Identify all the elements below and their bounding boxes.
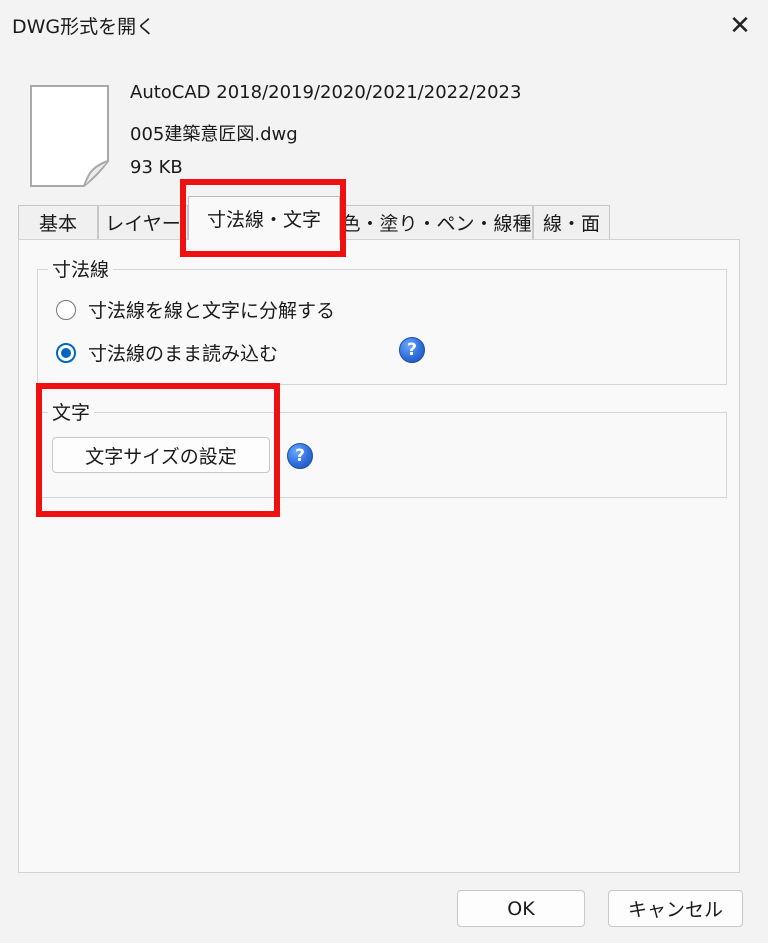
radio-keep-dimension[interactable]: 寸法線のまま読み込む <box>56 339 278 366</box>
tab-basic[interactable]: 基本 <box>18 205 98 239</box>
help-icon[interactable]: ? <box>399 337 425 363</box>
radio-explode-dimension[interactable]: 寸法線を線と文字に分解する <box>56 296 335 323</box>
tab-layer[interactable]: レイヤー <box>98 205 188 239</box>
radio-label: 寸法線を線と文字に分解する <box>88 300 336 322</box>
cancel-button[interactable]: キャンセル <box>608 890 743 927</box>
tab-dimension-text[interactable]: 寸法線・文字 <box>188 196 340 240</box>
radio-button-checked[interactable] <box>56 342 76 363</box>
title-bar: DWG形式を開く ✕ <box>0 0 768 52</box>
tab-color-fill-pen-linetype[interactable]: 色・塗り・ペン・線種 <box>340 205 533 239</box>
file-name: 005建築意匠図.dwg <box>130 124 298 145</box>
radio-label: 寸法線のまま読み込む <box>88 343 279 365</box>
file-size: 93 KB <box>130 157 183 178</box>
document-icon <box>30 85 109 187</box>
text-size-settings-button[interactable]: 文字サイズの設定 <box>52 437 270 473</box>
help-icon[interactable]: ? <box>287 443 313 469</box>
file-version: AutoCAD 2018/2019/2020/2021/2022/2023 <box>130 82 522 103</box>
dimension-group-title: 寸法線 <box>48 255 114 282</box>
text-group-title: 文字 <box>48 398 95 425</box>
tab-panel: 寸法線 寸法線を線と文字に分解する 寸法線のまま読み込む ? 文字 文字サイズの… <box>18 239 740 873</box>
window-title: DWG形式を開く <box>12 16 156 38</box>
ok-button[interactable]: OK <box>457 890 585 927</box>
dimension-group: 寸法線 <box>37 255 727 385</box>
radio-button[interactable] <box>56 299 76 320</box>
tab-line-face[interactable]: 線・面 <box>533 205 610 239</box>
close-icon[interactable]: ✕ <box>720 6 760 46</box>
